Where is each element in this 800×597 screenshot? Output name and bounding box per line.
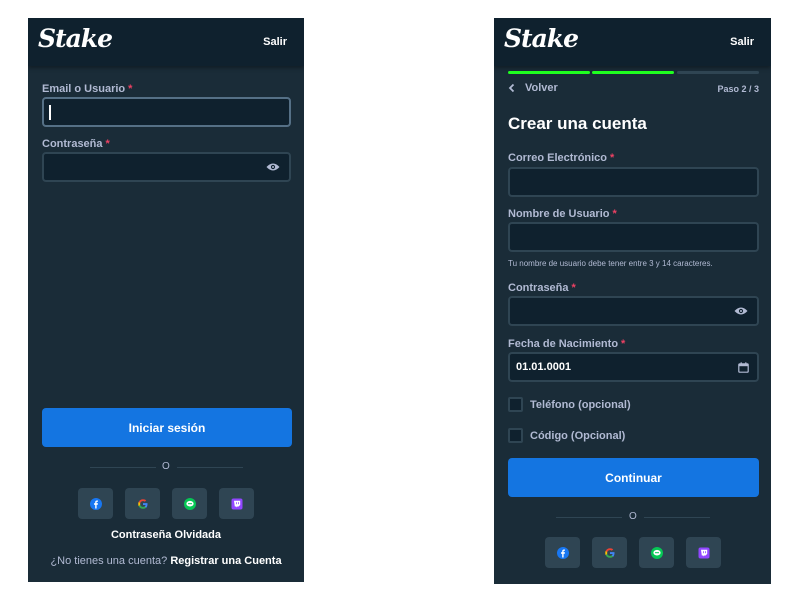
line-login-button[interactable] bbox=[639, 537, 674, 568]
google-icon bbox=[604, 547, 614, 558]
forgot-password-link[interactable]: Contraseña Olvidada bbox=[28, 529, 304, 541]
line-login-button[interactable] bbox=[172, 488, 207, 519]
google-login-button[interactable] bbox=[125, 488, 160, 519]
page-title: Crear una cuenta bbox=[508, 114, 647, 133]
birthdate-input[interactable]: 01.01.0001 bbox=[508, 352, 759, 382]
text-caret bbox=[49, 105, 51, 120]
continue-button[interactable]: Continuar bbox=[508, 458, 759, 497]
twitch-login-button[interactable] bbox=[219, 488, 254, 519]
twitch-login-button[interactable] bbox=[686, 537, 721, 568]
email-input[interactable] bbox=[42, 97, 291, 127]
google-icon bbox=[137, 498, 147, 509]
stake-logo[interactable]: Stake bbox=[38, 24, 113, 53]
birthdate-label: Fecha de Nacimiento * bbox=[508, 338, 626, 350]
line-icon bbox=[650, 546, 663, 559]
login-panel: Stake Salir Email o Usuario * Contraseña *… bbox=[28, 18, 304, 582]
twitch-icon bbox=[698, 547, 709, 558]
twitch-icon bbox=[231, 498, 242, 509]
eye-icon[interactable] bbox=[266, 162, 280, 172]
progress-step-1 bbox=[508, 71, 590, 74]
password-input[interactable] bbox=[42, 152, 291, 182]
calendar-icon[interactable] bbox=[738, 362, 749, 373]
divider-line bbox=[644, 517, 710, 518]
code-checkbox-label[interactable]: Código (Opcional) bbox=[530, 430, 625, 442]
divider-line bbox=[90, 467, 156, 468]
password-input[interactable] bbox=[508, 296, 759, 326]
code-checkbox[interactable] bbox=[508, 428, 523, 443]
username-label: Nombre de Usuario * bbox=[508, 208, 617, 220]
divider-line bbox=[177, 467, 243, 468]
login-button[interactable]: Iniciar sesión bbox=[42, 408, 292, 447]
top-bar: Stake Salir bbox=[28, 18, 304, 66]
register-link[interactable]: Registrar una Cuenta bbox=[170, 555, 281, 567]
top-bar: Stake Salir bbox=[494, 18, 771, 66]
email-input[interactable] bbox=[508, 167, 759, 197]
username-input[interactable] bbox=[508, 222, 759, 252]
progress-step-3 bbox=[677, 71, 759, 74]
email-label: Email o Usuario * bbox=[42, 83, 133, 95]
username-hint: Tu nombre de usuario debe tener entre 3 … bbox=[508, 259, 713, 268]
facebook-login-button[interactable] bbox=[545, 537, 580, 568]
facebook-icon bbox=[89, 497, 102, 510]
back-button[interactable]: Volver bbox=[508, 82, 558, 94]
register-panel: Stake Salir Volver Paso 2 / 3 Crear una … bbox=[494, 18, 771, 584]
email-label: Correo Electrónico * bbox=[508, 152, 615, 164]
phone-checkbox-label[interactable]: Teléfono (opcional) bbox=[530, 399, 631, 411]
google-login-button[interactable] bbox=[592, 537, 627, 568]
facebook-icon bbox=[556, 546, 569, 559]
step-indicator: Paso 2 / 3 bbox=[717, 84, 759, 94]
password-label: Contraseña * bbox=[42, 138, 110, 150]
chevron-left-icon bbox=[508, 83, 515, 93]
no-account-text: ¿No tienes una cuenta? bbox=[50, 555, 168, 567]
birthdate-value: 01.01.0001 bbox=[516, 361, 572, 373]
stake-logo[interactable]: Stake bbox=[504, 24, 579, 53]
close-button[interactable]: Salir bbox=[263, 36, 287, 48]
or-separator: O bbox=[162, 461, 170, 472]
password-label: Contraseña * bbox=[508, 282, 576, 294]
divider-line bbox=[556, 517, 622, 518]
facebook-login-button[interactable] bbox=[78, 488, 113, 519]
phone-checkbox[interactable] bbox=[508, 397, 523, 412]
back-label: Volver bbox=[525, 82, 558, 94]
or-separator: O bbox=[629, 511, 637, 522]
eye-icon[interactable] bbox=[734, 306, 748, 316]
progress-step-2 bbox=[592, 71, 674, 74]
line-icon bbox=[183, 497, 196, 510]
register-prompt: ¿No tienes una cuenta? Registrar una Cue… bbox=[28, 555, 304, 567]
close-button[interactable]: Salir bbox=[730, 36, 754, 48]
